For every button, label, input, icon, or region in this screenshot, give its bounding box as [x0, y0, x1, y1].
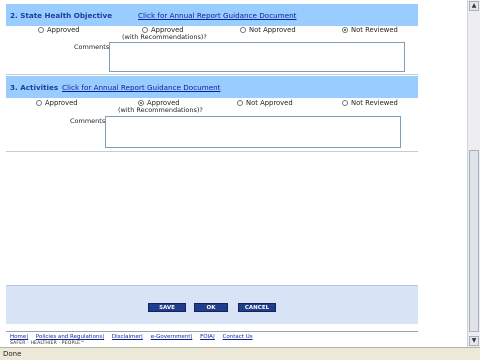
radio-icon [240, 27, 246, 33]
section-header-state-health-objective: 2. State Health Objective Click for Annu… [6, 4, 418, 26]
page: 2. State Health Objective Click for Annu… [0, 0, 468, 347]
footer-link-contact[interactable]: Contact Us [223, 334, 253, 340]
button-panel: SAVE OK CANCEL [6, 285, 418, 324]
radio-icon [342, 100, 348, 106]
radio-sub-label: (with Recommendations)? [118, 106, 203, 114]
guidance-document-link[interactable]: Click for Annual Report Guidance Documen… [62, 83, 221, 92]
footer-link-disclaimer[interactable]: Disclaimer| [112, 334, 143, 340]
section-body-state-health-objective: Approved Approved (with Recommendations)… [6, 26, 418, 75]
footer: Home| Policies and Regulations| Disclaim… [10, 334, 259, 346]
footer-link-home[interactable]: Home| [10, 334, 28, 340]
status-bar: Done [0, 347, 480, 360]
ok-button[interactable]: OK [194, 303, 228, 312]
section-title: 2. State Health Objective [10, 11, 113, 20]
radio-not-approved[interactable]: Not Approved [240, 26, 296, 34]
vertical-scrollbar[interactable]: ▲ ▼ [467, 0, 480, 347]
radio-approved[interactable]: Approved [36, 99, 78, 107]
section-title: 3. Activities [10, 83, 59, 92]
radio-not-approved[interactable]: Not Approved [237, 99, 293, 107]
radio-not-reviewed[interactable]: Not Reviewed [342, 26, 398, 34]
radio-icon-selected [342, 27, 348, 33]
section-header-activities: 3. Activities Click for Annual Report Gu… [6, 76, 418, 98]
footer-divider [6, 331, 418, 332]
save-button[interactable]: SAVE [148, 303, 186, 312]
scroll-down-icon[interactable]: ▼ [469, 336, 479, 346]
comments-label: Comments: [70, 117, 108, 125]
cancel-button[interactable]: CANCEL [238, 303, 276, 312]
comments-textarea[interactable] [109, 42, 405, 72]
radio-approved[interactable]: Approved [38, 26, 80, 34]
footer-link-egovernment[interactable]: e-Government| [151, 334, 193, 340]
radio-icon [237, 100, 243, 106]
radio-icon [36, 100, 42, 106]
footer-tagline: SAFER · HEALTHIER · PEOPLE™ [10, 341, 85, 346]
footer-link-policies[interactable]: Policies and Regulations| [36, 334, 104, 340]
comments-textarea[interactable] [105, 116, 401, 148]
scroll-up-icon[interactable]: ▲ [469, 1, 479, 11]
scrollbar-thumb[interactable] [469, 150, 479, 332]
radio-icon [38, 27, 44, 33]
radio-not-reviewed[interactable]: Not Reviewed [342, 99, 398, 107]
guidance-document-link[interactable]: Click for Annual Report Guidance Documen… [138, 11, 297, 20]
section-body-activities: Approved Approved (with Recommendations)… [6, 98, 418, 152]
radio-sub-label: (with Recommendations)? [122, 33, 207, 41]
footer-link-foia[interactable]: FOIA| [200, 334, 215, 340]
comments-label: Comments: [74, 43, 112, 51]
